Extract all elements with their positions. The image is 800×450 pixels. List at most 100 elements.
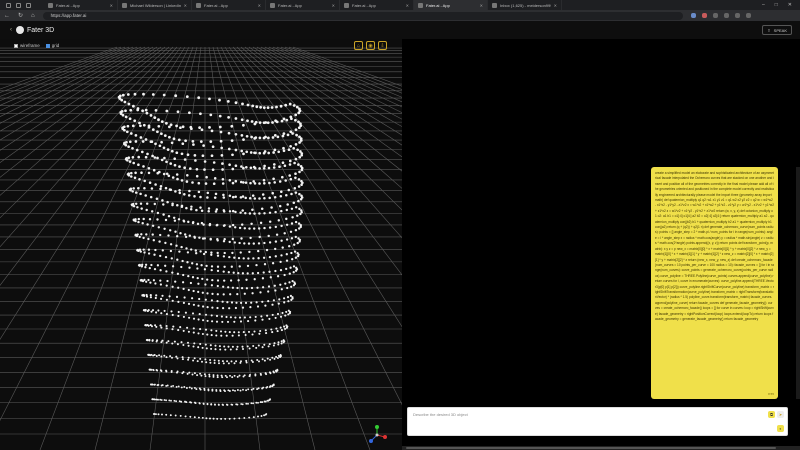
point-cloud-dot xyxy=(246,345,249,348)
point-cloud-dot xyxy=(271,262,275,265)
point-cloud-dot xyxy=(219,390,222,393)
point-cloud-dot xyxy=(258,182,261,185)
point-cloud-dot xyxy=(141,279,145,283)
close-tab-icon[interactable]: ✕ xyxy=(258,3,261,8)
point-cloud-dot xyxy=(278,204,282,208)
close-window-icon[interactable]: ✕ xyxy=(788,2,792,8)
point-cloud-dot xyxy=(280,209,283,213)
point-cloud-dot xyxy=(253,137,257,140)
point-cloud-dot xyxy=(298,207,301,211)
point-cloud-dot xyxy=(143,186,146,190)
point-cloud-dot xyxy=(146,152,149,156)
browser-tab[interactable]: Fater.ai - App ✕ xyxy=(414,0,488,10)
scrollbar-thumb[interactable] xyxy=(406,447,776,449)
point-cloud-dot xyxy=(295,105,299,109)
point-cloud-dot xyxy=(147,248,151,251)
point-cloud-dot xyxy=(285,310,288,313)
grid-line xyxy=(216,46,371,450)
refresh-icon[interactable]: ↻ xyxy=(18,12,23,19)
extension-icon[interactable] xyxy=(723,13,729,18)
close-tab-icon[interactable]: ✕ xyxy=(332,3,335,8)
point-cloud-dot xyxy=(237,334,240,337)
minimize-icon[interactable]: – xyxy=(762,2,765,8)
profile-icon[interactable] xyxy=(734,13,740,18)
point-cloud-dot xyxy=(261,193,265,196)
point-cloud-dot xyxy=(199,140,203,143)
axis-gizmo[interactable] xyxy=(366,424,388,446)
grid-checkbox[interactable] xyxy=(45,43,50,48)
point-cloud-dot xyxy=(181,356,184,359)
speak-button[interactable]: ⇪ SPEAK xyxy=(762,25,792,35)
wireframe-toggle[interactable]: wireframe xyxy=(14,43,40,48)
point-cloud-dot xyxy=(149,354,152,357)
grid-toggle[interactable]: grid xyxy=(45,43,59,48)
point-cloud-dot xyxy=(166,279,169,283)
3d-viewer[interactable]: wireframe grid ⌂ ◉ ⇩ xyxy=(0,39,402,450)
browser-tab[interactable]: Fater.ai - App ✕ xyxy=(44,0,118,10)
screenshot-button[interactable]: ◉ xyxy=(366,41,375,50)
maximize-icon[interactable]: □ xyxy=(775,2,778,8)
point-cloud-dot xyxy=(145,233,148,236)
browser-tab[interactable]: Inbox (1,625) - meiderson999@✕ xyxy=(488,0,562,10)
browser-tab[interactable]: Fater.ai - App ✕ xyxy=(192,0,266,10)
point-cloud-dot xyxy=(294,206,298,209)
home-icon[interactable]: ⌂ xyxy=(31,13,35,19)
wireframe-checkbox[interactable] xyxy=(14,43,18,48)
point-cloud-dot xyxy=(129,108,133,112)
point-cloud-dot xyxy=(144,263,148,266)
point-cloud-dot xyxy=(188,316,191,319)
extension-icon[interactable] xyxy=(712,13,718,18)
back-icon[interactable]: ← xyxy=(4,13,10,19)
extension-icon[interactable] xyxy=(701,13,707,18)
point-cloud-dot xyxy=(165,324,168,328)
horizontal-scrollbar[interactable] xyxy=(402,446,800,450)
point-cloud-dot xyxy=(221,182,225,185)
viewport-canvas[interactable] xyxy=(0,39,402,450)
attach-button[interactable]: ⧉ xyxy=(768,411,775,418)
point-cloud-dot xyxy=(290,207,294,211)
prompt-input[interactable]: Describe the desired 3D object ⧉ ➤ ◐ xyxy=(407,407,788,436)
point-cloud-dot xyxy=(217,359,220,362)
close-tab-icon[interactable]: ✕ xyxy=(480,3,483,8)
close-tab-icon[interactable]: ✕ xyxy=(184,3,187,8)
point-cloud-dot xyxy=(220,418,223,420)
close-tab-icon[interactable]: ✕ xyxy=(110,3,113,8)
point-cloud-dot xyxy=(211,168,215,172)
window-menu[interactable] xyxy=(0,0,44,10)
chevron-left-icon[interactable]: ‹ xyxy=(10,27,12,33)
point-cloud-dot xyxy=(277,341,280,344)
point-cloud-dot xyxy=(238,265,241,268)
browser-tab[interactable]: Fater.ai - App ✕ xyxy=(340,0,414,10)
more-icon[interactable] xyxy=(745,13,751,18)
send-button[interactable]: ➤ xyxy=(777,411,784,418)
point-cloud-dot xyxy=(203,389,206,391)
mic-button[interactable]: ◐ xyxy=(777,425,784,432)
chat-scrollbar[interactable] xyxy=(796,167,800,399)
point-cloud-dot xyxy=(280,175,284,179)
browser-tab[interactable]: Michael Wilderson | LinkedIn ✕ xyxy=(118,0,192,10)
close-tab-icon[interactable]: ✕ xyxy=(554,3,557,8)
point-cloud-dot xyxy=(212,182,216,186)
point-cloud-dot xyxy=(171,271,174,274)
browser-tab[interactable]: Fater.ai - App ✕ xyxy=(266,0,340,10)
point-cloud-dot xyxy=(206,403,209,406)
point-cloud-dot xyxy=(172,216,176,220)
grid-line xyxy=(228,46,402,276)
point-cloud-dot xyxy=(180,245,183,249)
point-cloud-dot xyxy=(286,203,289,206)
grid-line xyxy=(0,46,150,132)
extension-icon[interactable] xyxy=(690,13,696,18)
download-button[interactable]: ⇩ xyxy=(378,41,387,50)
point-cloud-dot xyxy=(173,399,176,402)
close-tab-icon[interactable]: ✕ xyxy=(406,3,409,8)
point-cloud-dot xyxy=(236,389,239,391)
point-cloud-dot xyxy=(168,295,171,298)
point-cloud-dot xyxy=(231,209,235,213)
point-cloud-dot xyxy=(197,346,200,349)
point-cloud-dot xyxy=(175,295,179,298)
home-view-button[interactable]: ⌂ xyxy=(354,41,363,50)
point-cloud-dot xyxy=(145,208,148,212)
grid-line xyxy=(149,46,202,450)
point-cloud-dot xyxy=(178,188,181,192)
url-field[interactable]: https://app.fater.ai xyxy=(42,11,683,20)
